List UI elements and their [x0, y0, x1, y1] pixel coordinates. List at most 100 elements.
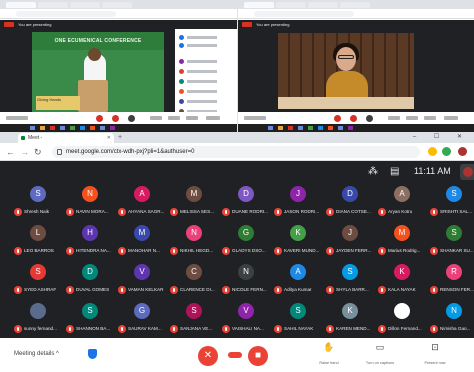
raise-hand-button[interactable]: ✋ Raise hand: [309, 342, 349, 365]
self-view-tile[interactable]: [460, 164, 474, 180]
window-controls[interactable]: – ☐ ✕: [413, 132, 470, 143]
participant-tile[interactable]: S SHANKAR SU...: [426, 223, 474, 258]
present-now-label: Present now: [424, 361, 446, 365]
participant-avatar: L: [30, 225, 46, 241]
participant-avatar: A: [134, 186, 150, 202]
participant-tile[interactable]: V VAISHALI NA...: [218, 301, 274, 336]
participant-tile[interactable]: V VAMAN KELKAR: [114, 262, 170, 297]
participants-icon[interactable]: ⁂: [368, 167, 378, 177]
close-tab-icon[interactable]: ✕: [107, 133, 111, 143]
raise-hand-icon: ✋: [323, 342, 335, 352]
present-now-button[interactable]: ⊡ Present now: [415, 342, 455, 365]
participant-tile[interactable]: S SRISHTI SAL...: [426, 184, 474, 219]
participant-name-row: KALA NAYAK: [378, 286, 430, 294]
participant-tile[interactable]: A AHYANA SAGR...: [114, 184, 170, 219]
captions-button[interactable]: ▭ Turn on captions: [360, 342, 400, 365]
participant-tile[interactable]: N NICOLE FERN...: [218, 262, 274, 297]
mini-tab-bar: [0, 0, 237, 9]
participant-tile[interactable]: S SAHIL NAYAK: [270, 301, 326, 336]
participant-tile[interactable]: N Nimisha Gao...: [426, 301, 474, 336]
host-controls-shield-icon[interactable]: [88, 349, 97, 359]
participant-tile[interactable]: D DUANE RODRI...: [218, 184, 274, 219]
mini-address-bar: [238, 9, 474, 19]
new-tab-button[interactable]: +: [118, 133, 122, 142]
meeting-details-button[interactable]: Meeting details ^: [14, 351, 59, 357]
back-icon[interactable]: ←: [6, 146, 15, 158]
participant-grid: S Shresh Naik N NAVIN MORA... A AHYANA SAGR..…: [0, 182, 474, 338]
participant-tile[interactable]: L LEO BARROS: [10, 223, 66, 258]
participant-tile[interactable]: K KALA NAYAK: [374, 262, 430, 297]
participant-avatar: D: [82, 264, 98, 280]
participant-tile[interactable]: A Aryan Kotru: [374, 184, 430, 219]
participant-name-row: VAMAN KELKAR: [118, 286, 170, 294]
mic-muted-icon: [378, 247, 386, 255]
participant-tile[interactable]: H HITENDRA NA...: [62, 223, 118, 258]
mic-muted-icon: [66, 286, 74, 294]
participant-tile[interactable]: S SANJANA VE...: [166, 301, 222, 336]
participant-name-row: KAREN MEND...: [326, 325, 378, 333]
mic-muted-icon: [430, 208, 438, 216]
participant-tile[interactable]: sunny fernand...: [10, 301, 66, 336]
participant-avatar: M: [186, 186, 202, 202]
mic-muted-icon: [118, 208, 126, 216]
presenting-indicator: [242, 22, 252, 27]
extension-icon[interactable]: [428, 147, 437, 156]
meet-favicon-icon: [21, 136, 25, 140]
participant-avatar: S: [342, 264, 358, 280]
address-bar[interactable]: meet.google.com/ctx-wdh-pxj?pli=1&authus…: [52, 146, 420, 158]
participant-tile[interactable]: K KAVERI MUND...: [270, 223, 326, 258]
reload-icon[interactable]: ↻: [34, 146, 42, 158]
mic-muted-icon: [118, 325, 126, 333]
participant-tile[interactable]: M MELISSA SES...: [166, 184, 222, 219]
presenting-banner: You are presenting: [0, 20, 237, 29]
chevron-up-icon: ^: [56, 351, 59, 357]
participant-tile[interactable]: J JAYDEN FERR...: [322, 223, 378, 258]
participant-tile[interactable]: K KAREN MEND...: [322, 301, 378, 336]
mic-muted-icon: [222, 325, 230, 333]
participant-tile[interactable]: C CLARENCE DI...: [166, 262, 222, 297]
participant-tile[interactable]: S Shresh Naik: [10, 184, 66, 219]
microphone-off-button[interactable]: ✕: [198, 346, 218, 366]
participant-avatar: J: [342, 225, 358, 241]
participant-tile[interactable]: A Aditya Kumar: [270, 262, 326, 297]
participant-tile[interactable]: D DUVAL GOMES: [62, 262, 118, 297]
participant-tile[interactable]: N NAVIN MORA...: [62, 184, 118, 219]
participant-avatar: A: [394, 186, 410, 202]
forward-icon[interactable]: →: [20, 146, 29, 158]
participant-avatar: S: [446, 186, 462, 202]
participant-tile[interactable]: S SHYLA BARR...: [322, 262, 378, 297]
participant-avatar: S: [186, 303, 202, 319]
camera-off-button[interactable]: ■: [248, 346, 268, 366]
participant-name-row: SHANNON BA...: [66, 325, 118, 333]
participant-tile[interactable]: Dillon Fernand...: [374, 301, 430, 336]
participant-name-row: Nimisha Gao...: [430, 325, 474, 333]
tab-meet[interactable]: Meet - ✕: [18, 133, 114, 143]
participant-tile[interactable]: S SHANNON BA...: [62, 301, 118, 336]
participant-tile[interactable]: D DIANA COTSE...: [322, 184, 378, 219]
participant-name-row: JASON RODRI...: [274, 208, 326, 216]
presenting-indicator: [4, 22, 14, 27]
participant-tile[interactable]: M Marius Rodrig...: [374, 223, 430, 258]
participant-avatar: J: [290, 186, 306, 202]
participant-tile[interactable]: N NIKHIL HEGD...: [166, 223, 222, 258]
participant-tile[interactable]: G SAURAV KAM...: [114, 301, 170, 336]
participant-name-row: GLADYS DSO...: [222, 247, 274, 255]
leave-call-button[interactable]: [228, 352, 242, 358]
participant-name-row: SAHIL NAYAK: [274, 325, 326, 333]
participant-tile[interactable]: R RENSON FER...: [426, 262, 474, 297]
participant-name-row: NAVIN MORA...: [66, 208, 118, 216]
chat-icon[interactable]: ▤: [390, 167, 399, 177]
presented-slide: ONE ECUMENICAL CONFERENCE Giving Hands: [32, 32, 164, 112]
mic-muted-icon: [66, 208, 74, 216]
participant-tile[interactable]: M MANOHAR N...: [114, 223, 170, 258]
mic-muted-icon: [326, 247, 334, 255]
tab-strip: Meet - ✕ + – ☐ ✕: [0, 132, 474, 143]
speaker-head: [88, 48, 101, 61]
extension-icon-2[interactable]: [442, 147, 451, 156]
participant-tile[interactable]: S SYED ASHRAF: [10, 262, 66, 297]
participant-tile[interactable]: G GLADYS DSO...: [218, 223, 274, 258]
lock-icon: [57, 149, 62, 155]
participant-tile[interactable]: J JASON RODRI...: [270, 184, 326, 219]
profile-avatar[interactable]: [458, 147, 467, 156]
mini-meet-view: You are presenting: [238, 20, 474, 124]
